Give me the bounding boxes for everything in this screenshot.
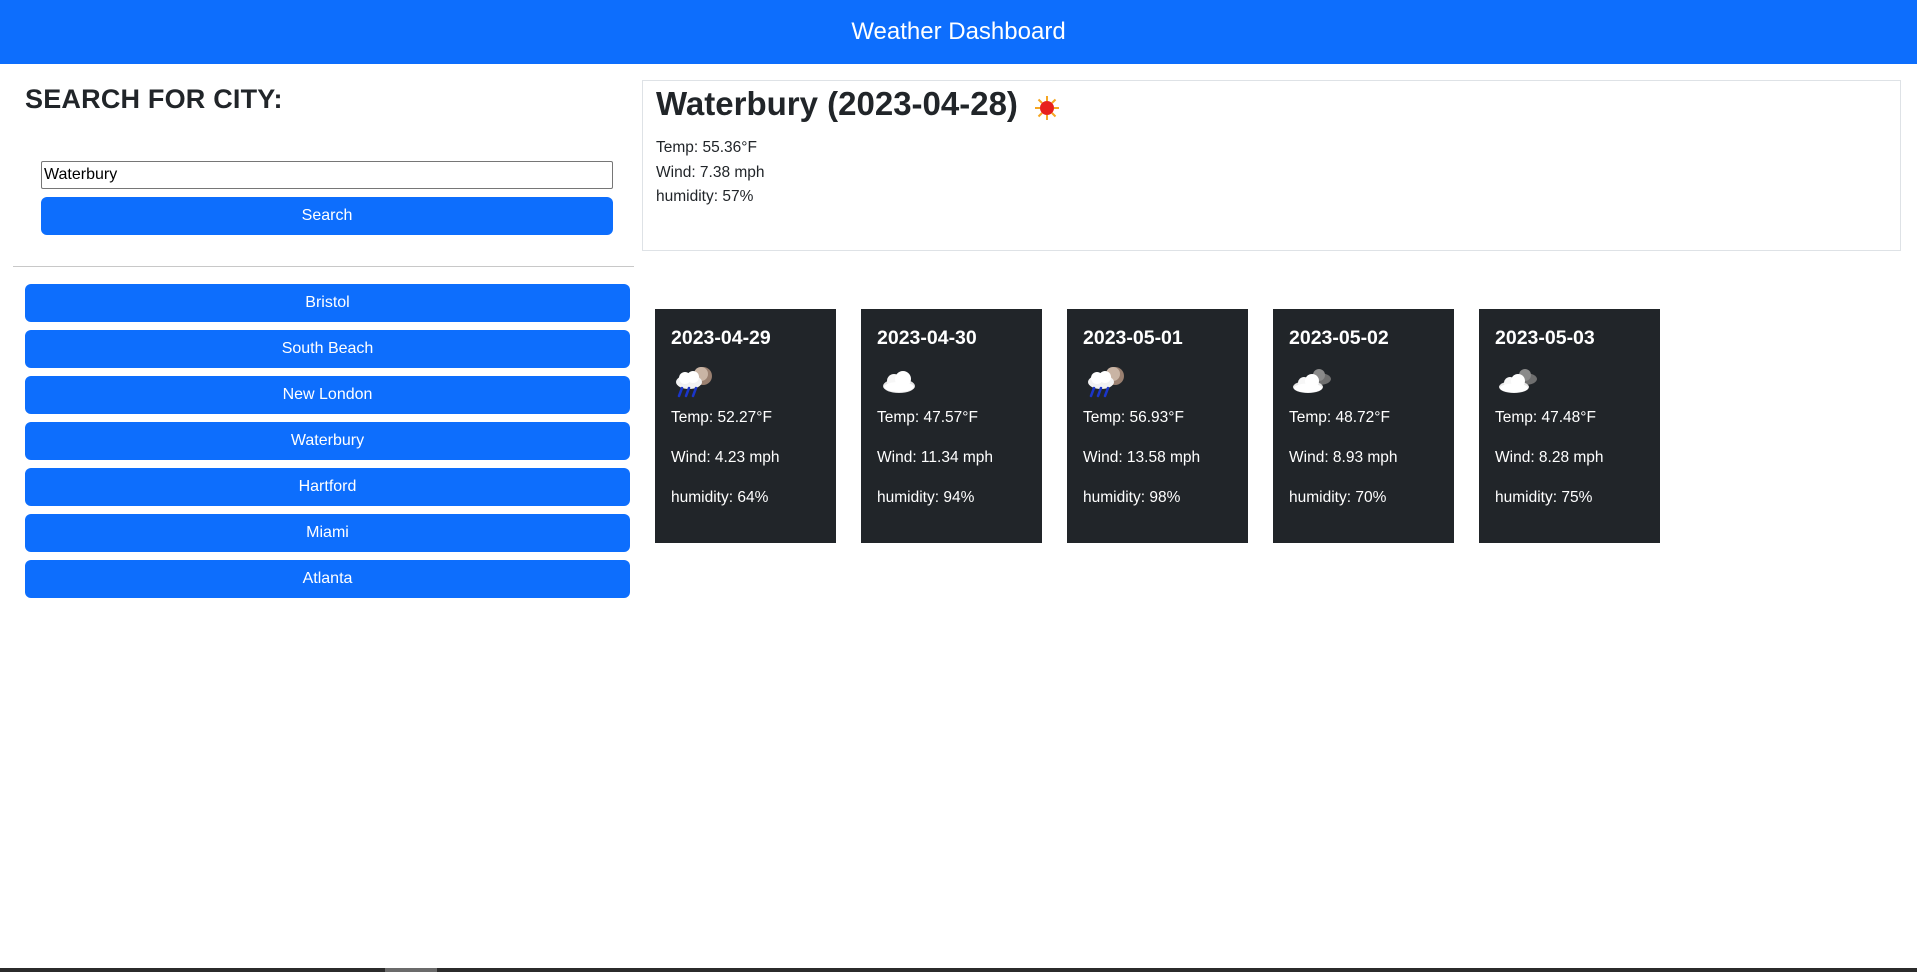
forecast-date: 2023-05-02 xyxy=(1289,327,1389,349)
current-temp: Temp: 55.36°F xyxy=(656,139,757,156)
forecast-date: 2023-05-03 xyxy=(1495,327,1595,349)
divider xyxy=(13,266,634,267)
current-wind: Wind: 7.38 mph xyxy=(656,163,765,181)
forecast-card: 2023-04-29 Temp: 52.27°F Wind: 4.23 mph … xyxy=(655,309,836,543)
forecast-wind: Wind: 8.93 mph xyxy=(1289,449,1398,466)
search-heading: SEARCH FOR CITY: xyxy=(25,84,283,114)
history-city-button[interactable]: Bristol xyxy=(25,284,630,322)
history-city-button[interactable]: Waterbury xyxy=(25,422,630,460)
forecast-card: 2023-05-01 Temp: 56.93°F Wind: 13.58 mph… xyxy=(1067,309,1248,543)
forecast-card: 2023-05-03 Temp: 47.48°F Wind: 8.28 mph … xyxy=(1479,309,1660,543)
forecast-humidity: humidity: 75% xyxy=(1495,489,1593,506)
forecast-date: 2023-04-29 xyxy=(671,327,771,349)
forecast-card: 2023-05-02 Temp: 48.72°F Wind: 8.93 mph … xyxy=(1273,309,1454,543)
cloud-icon xyxy=(877,364,923,400)
forecast-wind: Wind: 11.34 mph xyxy=(877,449,994,466)
forecast-humidity: humidity: 98% xyxy=(1083,489,1181,506)
forecast-humidity: humidity: 64% xyxy=(671,489,769,506)
history-city-button[interactable]: South Beach xyxy=(25,330,630,368)
history-city-button[interactable]: New London xyxy=(25,376,630,414)
forecast-temp: Temp: 47.48°F xyxy=(1495,409,1596,426)
history-city-button[interactable]: Hartford xyxy=(25,468,630,506)
city-search-input[interactable] xyxy=(41,161,613,189)
app-header: Weather Dashboard xyxy=(0,0,1917,64)
sun-icon xyxy=(1034,95,1060,121)
broken-clouds-icon xyxy=(1495,364,1541,400)
current-city-title: Waterbury (2023-04-28) xyxy=(656,85,1018,122)
search-history: Bristol South Beach New London Waterbury… xyxy=(25,284,630,606)
rain-icon xyxy=(1083,364,1129,400)
forecast-humidity: humidity: 70% xyxy=(1289,489,1387,506)
search-button[interactable]: Search xyxy=(41,197,613,235)
forecast-wind: Wind: 4.23 mph xyxy=(671,449,780,466)
forecast-wind: Wind: 13.58 mph xyxy=(1083,449,1201,466)
scroll-indicator xyxy=(385,968,437,972)
forecast-humidity: humidity: 94% xyxy=(877,489,975,506)
current-weather-panel: Waterbury (2023-04-28) Temp: 55.36°F Win… xyxy=(642,80,1901,251)
forecast-date: 2023-04-30 xyxy=(877,327,977,349)
forecast-temp: Temp: 56.93°F xyxy=(1083,409,1184,426)
five-day-forecast: 2023-04-29 Temp: 52.27°F Wind: 4.23 mph … xyxy=(655,309,1685,543)
rain-icon xyxy=(671,364,717,400)
forecast-temp: Temp: 48.72°F xyxy=(1289,409,1390,426)
window-bottom-edge xyxy=(0,968,1917,972)
broken-clouds-icon xyxy=(1289,364,1335,400)
forecast-card: 2023-04-30 Temp: 47.57°F Wind: 11.34 mph… xyxy=(861,309,1042,543)
forecast-temp: Temp: 52.27°F xyxy=(671,409,772,426)
current-humidity: humidity: 57% xyxy=(656,188,754,205)
page-title: Weather Dashboard xyxy=(851,18,1066,45)
forecast-date: 2023-05-01 xyxy=(1083,327,1183,349)
history-city-button[interactable]: Atlanta xyxy=(25,560,630,598)
forecast-wind: Wind: 8.28 mph xyxy=(1495,449,1604,466)
history-city-button[interactable]: Miami xyxy=(25,514,630,552)
forecast-temp: Temp: 47.57°F xyxy=(877,409,978,426)
